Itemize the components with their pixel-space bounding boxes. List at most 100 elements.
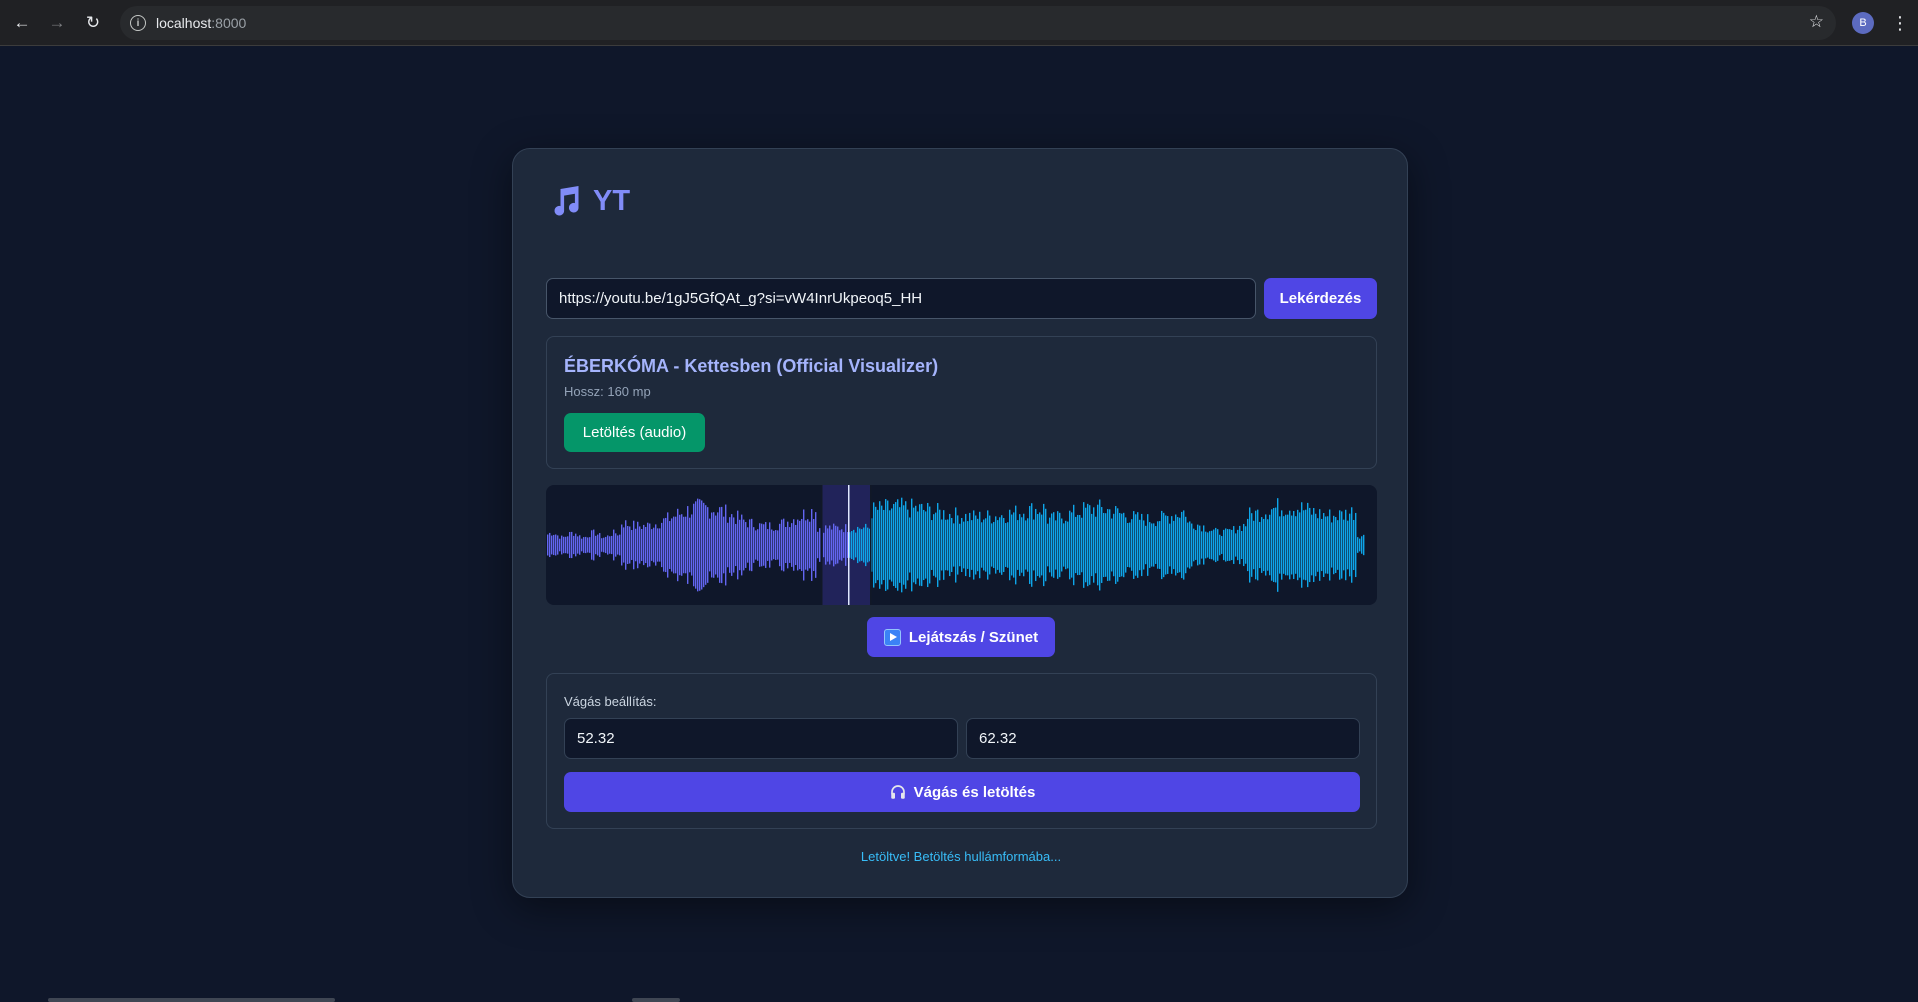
- waveform-bar: [919, 504, 921, 586]
- waveform-bar: [1173, 520, 1175, 570]
- bookmark-star-icon[interactable]: ☆: [1809, 12, 1824, 32]
- profile-avatar[interactable]: B: [1852, 12, 1874, 34]
- waveform-bar: [887, 500, 889, 590]
- waveform-bar: [1237, 529, 1239, 561]
- back-icon[interactable]: ←: [10, 11, 34, 35]
- browser-menu-icon[interactable]: ⋮: [1891, 10, 1909, 36]
- waveform-bar: [1263, 518, 1265, 572]
- waveform-bar: [651, 529, 653, 561]
- waveform-bar: [1199, 525, 1201, 565]
- video-info-panel: ÉBERKÓMA - Kettesben (Official Visualize…: [546, 336, 1377, 469]
- horizontal-scrollbar-thumb[interactable]: [632, 998, 680, 1002]
- waveform-bar: [973, 510, 975, 580]
- waveform-canvas[interactable]: [546, 485, 1377, 605]
- horizontal-scrollbar[interactable]: [48, 998, 335, 1002]
- query-button[interactable]: Lekérdezés: [1264, 278, 1377, 319]
- waveform-bar: [1045, 508, 1047, 582]
- waveform-bar: [1075, 516, 1077, 574]
- waveform-bar: [757, 529, 759, 561]
- waveform-bar: [943, 510, 945, 580]
- waveform-bar: [1357, 537, 1359, 553]
- waveform-bar: [795, 524, 797, 566]
- waveform-bar: [745, 522, 747, 568]
- waveform-bar: [639, 526, 641, 564]
- cut-start-input[interactable]: [564, 718, 958, 759]
- selection-boundary[interactable]: [821, 485, 823, 605]
- waveform-bar: [595, 535, 597, 555]
- waveform-bar: [1293, 511, 1295, 579]
- playhead-cursor[interactable]: [848, 485, 850, 605]
- waveform-bar: [775, 530, 777, 560]
- waveform-bar: [1139, 519, 1141, 571]
- waveform-bar: [801, 518, 803, 572]
- waveform-bar: [1061, 518, 1063, 572]
- waveform-bar: [557, 535, 559, 555]
- waveform-bar: [679, 514, 681, 576]
- waveform-bar: [1067, 521, 1069, 569]
- forward-icon[interactable]: →: [45, 11, 69, 35]
- waveform-bar: [1059, 512, 1061, 578]
- waveform-bar: [1355, 512, 1357, 578]
- waveform-bar: [669, 521, 671, 569]
- waveform-bar: [793, 519, 795, 571]
- waveform-bar: [1265, 514, 1267, 576]
- waveform-bar: [1301, 502, 1303, 588]
- reload-icon[interactable]: ↻: [81, 11, 105, 35]
- app-header: YT: [547, 183, 630, 219]
- address-bar[interactable]: i localhost:8000 ☆: [120, 6, 1836, 40]
- selection-boundary[interactable]: [870, 485, 872, 605]
- waveform-bar: [605, 536, 607, 554]
- waveform-bar: [959, 523, 961, 567]
- waveform-bar: [1205, 531, 1207, 559]
- waveform-bar: [1035, 508, 1037, 582]
- waveform-bar: [1121, 513, 1123, 577]
- waveform-bar: [771, 529, 773, 561]
- waveform-bar: [781, 519, 783, 571]
- waveform-bar: [1323, 513, 1325, 577]
- music-note-icon: [554, 186, 579, 216]
- waveform-bar: [1013, 512, 1015, 578]
- waveform-bar: [673, 516, 675, 574]
- waveform-bar: [599, 533, 601, 557]
- waveform-bar: [1243, 523, 1245, 567]
- play-pause-button[interactable]: Lejátszás / Szünet: [867, 617, 1055, 657]
- waveform-bar: [1271, 509, 1273, 581]
- download-audio-button[interactable]: Letöltés (audio): [564, 413, 705, 452]
- waveform-bar: [1295, 516, 1297, 574]
- waveform-bar: [1111, 518, 1113, 572]
- waveform-bar: [699, 499, 701, 591]
- waveform-bar: [811, 509, 813, 581]
- waveform-bar: [681, 514, 683, 576]
- waveform-bar: [1107, 509, 1109, 581]
- address-url: localhost:8000: [156, 15, 246, 31]
- waveform-bar: [549, 532, 551, 558]
- waveform-bar: [1151, 523, 1153, 567]
- waveform-bar: [1235, 533, 1237, 557]
- waveform-bar: [929, 506, 931, 584]
- waveform-bar: [731, 514, 733, 576]
- waveform-bar: [1259, 521, 1261, 569]
- cut-end-input[interactable]: [966, 718, 1360, 759]
- waveform-bar: [885, 499, 887, 591]
- youtube-url-input[interactable]: [546, 278, 1256, 319]
- waveform-bar: [969, 512, 971, 578]
- waveform-bar: [713, 512, 715, 578]
- site-info-icon[interactable]: i: [130, 15, 146, 31]
- waveform-bar: [725, 504, 727, 586]
- waveform-bar: [1329, 509, 1331, 581]
- cut-settings-label: Vágás beállítás:: [564, 694, 657, 709]
- waveform-bar: [1233, 526, 1235, 564]
- cut-and-download-button[interactable]: Vágás és letöltés: [564, 772, 1360, 812]
- waveform-bar: [1187, 522, 1189, 568]
- waveform-bar: [979, 511, 981, 579]
- waveform-bar: [675, 516, 677, 574]
- waveform-bar: [593, 529, 595, 561]
- waveform-bar: [961, 517, 963, 573]
- waveform-svg[interactable]: [546, 485, 1377, 605]
- waveform-bar: [723, 516, 725, 574]
- waveform-bar: [561, 535, 563, 555]
- waveform-bar: [935, 512, 937, 578]
- waveform-bar: [619, 534, 621, 556]
- waveform-bar: [1033, 519, 1035, 571]
- waveform-bar: [899, 507, 901, 583]
